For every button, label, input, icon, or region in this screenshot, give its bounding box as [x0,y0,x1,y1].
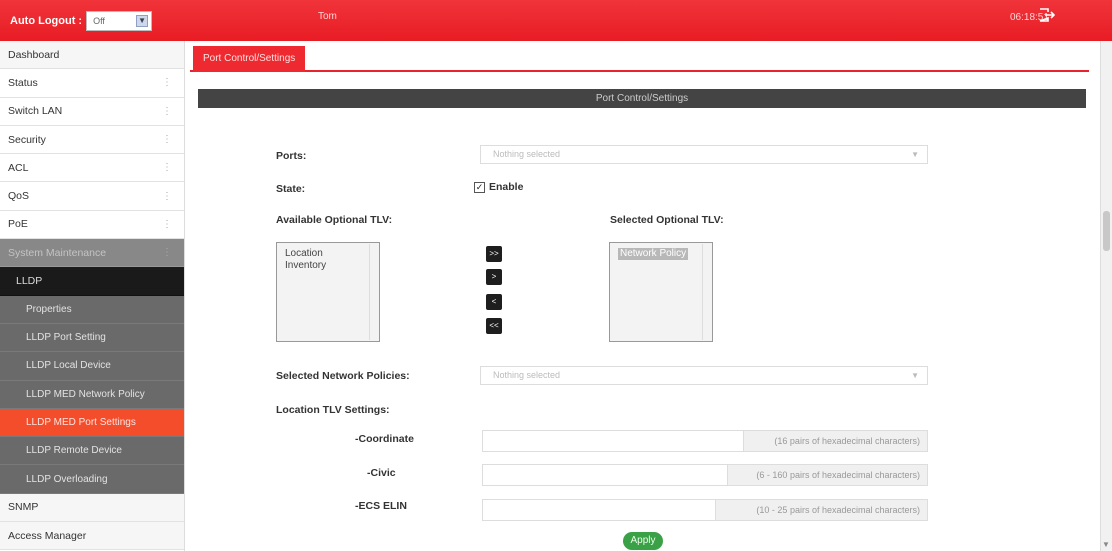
selected-tlv-label: Selected Optional TLV: [610,214,724,226]
chevron-down-icon: ▼ [136,14,149,27]
network-policies-placeholder: Nothing selected [493,370,561,380]
sidebar-item-label: LLDP Remote Device [26,445,122,457]
sidebar-item-lldp-local-device[interactable]: LLDP Local Device [0,352,184,381]
civic-input[interactable] [482,464,728,486]
expand-icon: ⋮ [162,190,172,202]
sidebar-item-system-maintenance[interactable]: System Maintenance ⋮ [0,239,184,268]
auto-logout: Auto Logout : Off ▼ [0,0,180,41]
expand-icon: ⋮ [162,218,172,230]
scrollbar[interactable] [369,244,378,340]
scrollbar[interactable] [702,244,711,340]
list-item[interactable]: Location [285,248,371,260]
sidebar-item-qos[interactable]: QoS ⋮ [0,182,184,211]
sidebar-item-label: LLDP [16,275,43,288]
move-all-right-button[interactable]: >> [486,246,502,262]
civic-label: -Civic [367,467,396,479]
ports-select[interactable]: Nothing selected ▼ [480,145,928,164]
move-left-button[interactable]: < [486,294,502,310]
sidebar-item-properties[interactable]: Properties [0,295,184,324]
sidebar-item-label: Properties [26,303,72,315]
logout-icon[interactable] [1039,8,1055,22]
sidebar-item-label: Dashboard [8,48,60,61]
coordinate-hint: (16 pairs of hexadecimal characters) [744,430,928,452]
sidebar-item-label: SNMP [8,501,39,514]
expand-icon: ⋮ [162,105,172,117]
move-right-button[interactable]: > [486,269,502,285]
tab-port-control-settings[interactable]: Port Control/Settings [193,46,306,72]
location-tlv-label: Location TLV Settings: [276,404,390,416]
sidebar-item-label: LLDP Overloading [26,473,108,485]
network-policies-select[interactable]: Nothing selected ▼ [480,366,928,385]
sidebar: Dashboard Status ⋮ Switch LAN ⋮ Security ⋮ … [0,41,185,551]
sidebar-item-label: System Maintenance [8,246,107,259]
apply-button[interactable]: Apply [623,532,663,550]
network-policies-label: Selected Network Policies: [276,370,410,382]
selected-tlv-list[interactable]: Network Policy [609,242,713,342]
page-scrollbar[interactable]: ▼ [1100,41,1112,551]
sidebar-item-label: PoE [8,218,28,231]
sidebar-item-label: Access Manager [8,529,87,542]
sidebar-item-lldp-remote-device[interactable]: LLDP Remote Device [0,437,184,466]
sidebar-item-label: QoS [8,190,30,203]
sidebar-item-label: LLDP MED Network Policy [26,388,145,400]
state-label: State: [276,183,306,195]
sidebar-item-label: LLDP Port Setting [26,332,106,344]
sidebar-item-label: Security [8,133,46,146]
sidebar-item-label: Switch LAN [8,105,63,118]
sidebar-item-security[interactable]: Security ⋮ [0,126,184,155]
scrollbar-thumb[interactable] [1103,211,1110,251]
sidebar-item-lldp-overloading[interactable]: LLDP Overloading [0,465,184,494]
chevron-down-icon[interactable]: ▼ [1102,540,1110,549]
expand-icon: ⋮ [162,134,172,146]
coordinate-input[interactable] [482,430,744,452]
sidebar-item-label: LLDP Local Device [26,360,111,372]
available-tlv-list[interactable]: Location Inventory [276,242,380,342]
top-bar: Auto Logout : Off ▼ Tom 06:18:51 [0,0,1112,41]
sidebar-item-dashboard[interactable]: Dashboard [0,41,184,70]
sidebar-item-lldp-port-setting[interactable]: LLDP Port Setting [0,323,184,353]
enable-checkbox[interactable]: ✓ [474,182,485,193]
enable-label: Enable [489,181,524,193]
expand-icon: ⋮ [162,247,172,259]
auto-logout-label: Auto Logout : [10,14,83,27]
username: Tom [318,11,337,22]
sidebar-item-label: Status [8,76,38,89]
move-all-left-button[interactable]: << [486,318,502,334]
sidebar-item-lldp-med-port-settings[interactable]: LLDP MED Port Settings [0,408,184,438]
sidebar-item-switch-lan[interactable]: Switch LAN ⋮ [0,98,184,126]
sidebar-item-lldp-med-network-policy[interactable]: LLDP MED Network Policy [0,380,184,409]
ecs-elin-hint: (10 - 25 pairs of hexadecimal characters… [716,499,928,521]
sidebar-item-label: ACL [8,161,29,174]
civic-hint: (6 - 160 pairs of hexadecimal characters… [728,464,928,486]
sidebar-item-snmp[interactable]: SNMP [0,493,184,523]
tab-strip: Port Control/Settings [190,46,1089,72]
chevron-down-icon: ▼ [911,371,919,380]
list-item[interactable]: Inventory [285,260,371,272]
ports-placeholder: Nothing selected [493,149,561,159]
chevron-down-icon: ▼ [911,150,919,159]
sidebar-item-poe[interactable]: PoE ⋮ [0,211,184,240]
available-tlv-label: Available Optional TLV: [276,214,393,226]
auto-logout-value: Off [93,15,105,26]
ports-label: Ports: [276,150,307,162]
sidebar-item-acl[interactable]: ACL ⋮ [0,154,184,183]
sidebar-item-lldp[interactable]: LLDP [0,267,184,296]
ecs-elin-label: -ECS ELIN [355,500,407,512]
coordinate-label: -Coordinate [355,433,414,445]
auto-logout-select[interactable]: Off ▼ [86,10,153,31]
sidebar-item-label: LLDP MED Port Settings [26,417,136,428]
section-title: Port Control/Settings [198,89,1086,108]
sidebar-item-status[interactable]: Status ⋮ [0,69,184,98]
expand-icon: ⋮ [162,77,172,89]
expand-icon: ⋮ [162,162,172,174]
sidebar-item-access-manager[interactable]: Access Manager [0,522,184,551]
ecs-elin-input[interactable] [482,499,716,521]
list-item[interactable]: Network Policy [618,248,689,260]
